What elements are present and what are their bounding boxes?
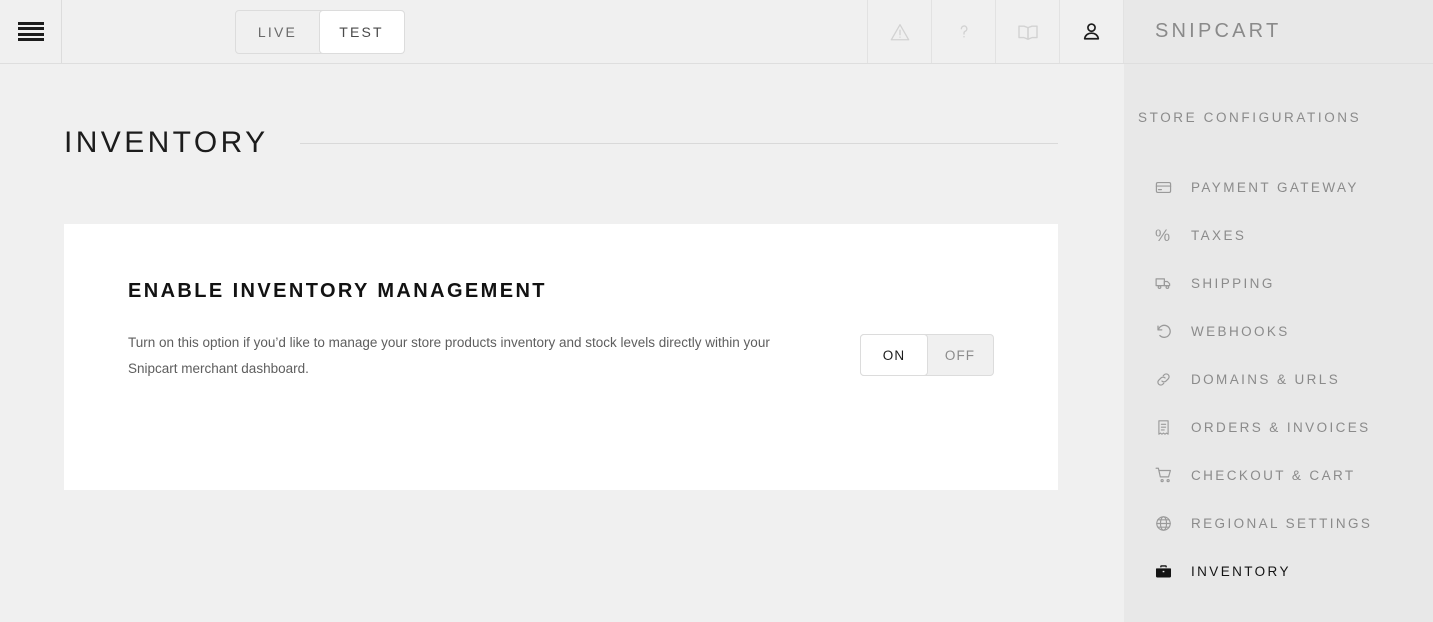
globe-icon (1155, 515, 1177, 532)
top-bar-center: LIVE TEST (62, 0, 868, 63)
sidebar-item-label: WEBHOOKS (1191, 323, 1290, 339)
page-title: INVENTORY (64, 126, 269, 159)
link-icon (1155, 371, 1177, 388)
sidebar-item-payment-gateway[interactable]: PAYMENT GATEWAY (1124, 163, 1433, 211)
sidebar-item-label: REGIONAL SETTINGS (1191, 515, 1373, 531)
sidebar-item-domains-urls[interactable]: DOMAINS & URLS (1124, 355, 1433, 403)
warning-button[interactable] (868, 0, 932, 63)
sidebar-item-label: PAYMENT GATEWAY (1191, 179, 1359, 195)
mode-option-live[interactable]: LIVE (236, 11, 320, 53)
main-content: INVENTORY ENABLE INVENTORY MANAGEMENT Tu… (0, 64, 1124, 622)
sidebar-item-label: TAXES (1191, 227, 1247, 243)
sidebar-nav-list: PAYMENT GATEWAY % TAXES SHIPPING WEBHOOK… (1124, 163, 1433, 595)
card-title: ENABLE INVENTORY MANAGEMENT (128, 280, 547, 302)
page-title-divider (299, 142, 1058, 144)
top-bar-icon-group (868, 0, 1124, 63)
toggle-option-on[interactable]: ON (861, 335, 927, 375)
sidebar: STORE CONFIGURATIONS PAYMENT GATEWAY % T… (1124, 64, 1433, 622)
undo-arrow-icon (1155, 322, 1177, 340)
account-button[interactable] (1060, 0, 1124, 63)
sidebar-item-inventory[interactable]: INVENTORY (1124, 547, 1433, 595)
brand-logo[interactable]: SNIPCART (1124, 0, 1433, 63)
sidebar-item-label: SHIPPING (1191, 275, 1275, 291)
help-button[interactable] (932, 0, 996, 63)
docs-icon (1016, 20, 1040, 44)
card-description: Turn on this option if you’d like to man… (128, 335, 770, 376)
sidebar-item-label: INVENTORY (1191, 563, 1291, 579)
sidebar-item-webhooks[interactable]: WEBHOOKS (1124, 307, 1433, 355)
warning-icon (889, 21, 911, 43)
brand-text: SNIPCART (1155, 20, 1282, 42)
app-root: LIVE TEST SNIPCART INVENTORY ENABLE INVE… (0, 0, 1433, 622)
page-header: INVENTORY (0, 103, 1124, 183)
menu-toggle-button[interactable] (0, 0, 62, 63)
sidebar-item-label: CHECKOUT & CART (1191, 467, 1356, 483)
briefcase-icon (1155, 563, 1177, 580)
top-bar: LIVE TEST SNIPCART (0, 0, 1433, 64)
hamburger-icon (17, 21, 44, 43)
sidebar-item-label: ORDERS & INVOICES (1191, 419, 1371, 435)
help-icon (953, 21, 975, 43)
truck-icon (1155, 274, 1177, 292)
inventory-settings-card: ENABLE INVENTORY MANAGEMENT Turn on this… (64, 224, 1058, 490)
toggle-option-off[interactable]: OFF (927, 335, 993, 375)
receipt-icon (1155, 419, 1177, 436)
documentation-button[interactable] (996, 0, 1060, 63)
sidebar-item-regional-settings[interactable]: REGIONAL SETTINGS (1124, 499, 1433, 547)
sidebar-item-orders-invoices[interactable]: ORDERS & INVOICES (1124, 403, 1433, 451)
mode-option-test[interactable]: TEST (319, 10, 404, 53)
account-icon (1081, 21, 1102, 42)
sidebar-item-checkout-cart[interactable]: CHECKOUT & CART (1124, 451, 1433, 499)
environment-mode-toggle[interactable]: LIVE TEST (234, 9, 405, 54)
sidebar-title: STORE CONFIGURATIONS (1138, 110, 1362, 125)
sidebar-item-taxes[interactable]: % TAXES (1124, 211, 1433, 259)
credit-card-icon (1155, 179, 1177, 196)
sidebar-item-label: DOMAINS & URLS (1191, 371, 1341, 387)
inventory-management-toggle[interactable]: ON OFF (860, 334, 994, 376)
sidebar-item-shipping[interactable]: SHIPPING (1124, 259, 1433, 307)
cart-icon (1155, 466, 1177, 484)
percent-icon: % (1155, 225, 1171, 245)
